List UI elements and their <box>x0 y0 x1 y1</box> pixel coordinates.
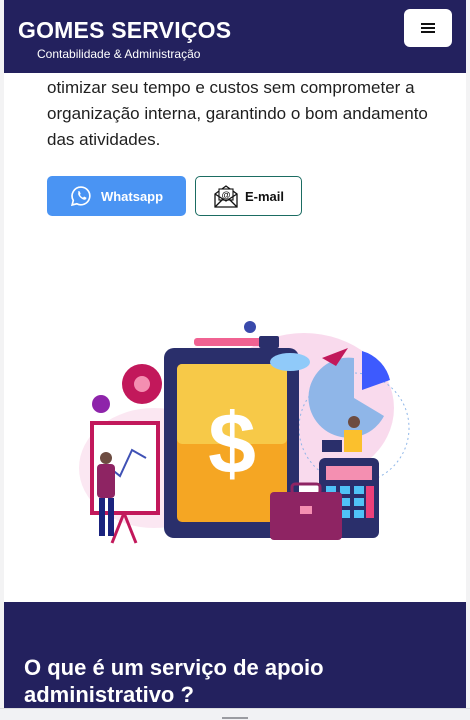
menu-toggle-button[interactable] <box>404 9 452 47</box>
services-section: O que é um serviço de apoio administrati… <box>4 602 466 712</box>
browser-bottom-bar <box>0 708 470 720</box>
svg-text:$: $ <box>208 396 256 492</box>
whatsapp-icon <box>70 186 91 207</box>
brand-title[interactable]: GOMES SERVIÇOS <box>18 17 231 44</box>
email-button-label: E-mail <box>244 188 284 204</box>
brand-subtitle: Contabilidade & Administração <box>37 47 201 61</box>
navbar: GOMES SERVIÇOS Contabilidade & Administr… <box>4 0 466 73</box>
intro-paragraph: otimizar seu tempo e custos sem comprome… <box>47 78 428 149</box>
finance-illustration: $ <box>79 321 410 544</box>
email-icon: @ <box>214 185 238 208</box>
whatsapp-button-label: Whatsapp <box>100 188 164 204</box>
gear-icon <box>92 364 162 413</box>
section-title: O que é um serviço de apoio administrati… <box>24 655 324 707</box>
email-button[interactable]: @ E-mail <box>195 176 302 216</box>
page: GOMES SERVIÇOS Contabilidade & Administr… <box>4 0 466 712</box>
whatsapp-button[interactable]: Whatsapp <box>47 176 186 216</box>
hamburger-icon <box>421 23 435 33</box>
